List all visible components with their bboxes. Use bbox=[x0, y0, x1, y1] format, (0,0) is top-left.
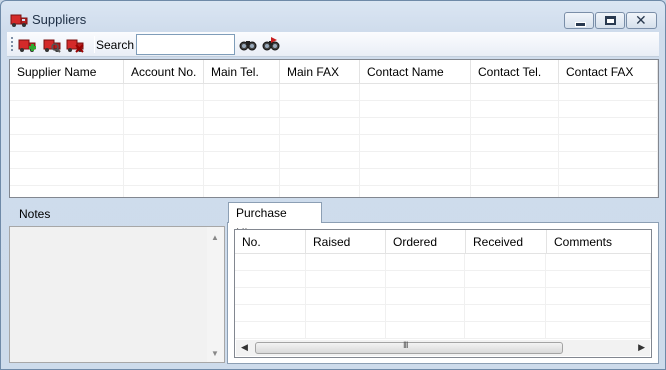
maximize-icon bbox=[605, 16, 616, 25]
suppliers-grid-body bbox=[10, 84, 658, 197]
find-next-icon[interactable] bbox=[262, 36, 280, 53]
scroll-up-icon[interactable]: ▲ bbox=[211, 233, 219, 242]
suppliers-grid-header: Supplier Name Account No. Main Tel. Main… bbox=[10, 60, 658, 84]
window-title: Suppliers bbox=[32, 12, 87, 27]
notes-label: Notes bbox=[19, 207, 51, 221]
delete-supplier-icon[interactable] bbox=[66, 36, 84, 53]
minimize-icon bbox=[575, 22, 586, 27]
column-header-main-fax[interactable]: Main FAX bbox=[280, 60, 360, 84]
scroll-down-icon[interactable]: ▼ bbox=[211, 349, 219, 358]
edit-supplier-icon[interactable] bbox=[43, 36, 61, 53]
column-header-contact-tel[interactable]: Contact Tel. bbox=[471, 60, 559, 84]
notes-textarea[interactable]: ▲ ▼ bbox=[9, 226, 225, 363]
table-row[interactable] bbox=[235, 305, 651, 322]
search-label: Search bbox=[96, 38, 135, 52]
table-row[interactable] bbox=[10, 135, 658, 152]
scroll-grip: III bbox=[403, 340, 408, 350]
truck-icon bbox=[10, 14, 28, 27]
column-header-supplier-name[interactable]: Supplier Name bbox=[10, 60, 124, 84]
scroll-left-icon[interactable]: ◀ bbox=[241, 342, 248, 353]
column-header-comments[interactable]: Comments bbox=[547, 230, 651, 254]
column-header-main-tel[interactable]: Main Tel. bbox=[204, 60, 280, 84]
find-icon[interactable] bbox=[239, 36, 257, 53]
table-row[interactable] bbox=[10, 118, 658, 135]
table-row[interactable] bbox=[235, 288, 651, 305]
table-row[interactable] bbox=[10, 186, 658, 197]
table-row[interactable] bbox=[10, 152, 658, 169]
purchase-history-grid-header: No. Raised Ordered Received Comments bbox=[235, 230, 651, 254]
suppliers-window: Suppliers ✕ Search Supplier Name Account… bbox=[0, 0, 666, 370]
scroll-right-icon[interactable]: ▶ bbox=[638, 342, 645, 353]
title-bar[interactable]: Suppliers ✕ bbox=[1, 1, 665, 31]
scroll-thumb[interactable]: III bbox=[255, 340, 563, 354]
table-row[interactable] bbox=[235, 254, 651, 271]
table-row[interactable] bbox=[10, 169, 658, 186]
column-header-contact-name[interactable]: Contact Name bbox=[360, 60, 471, 84]
tab-purchase-history[interactable]: Purchase History bbox=[228, 202, 322, 240]
purchase-history-hscrollbar[interactable]: ◀ III ▶ bbox=[236, 340, 650, 356]
column-header-ordered[interactable]: Ordered bbox=[386, 230, 466, 254]
add-supplier-icon[interactable] bbox=[18, 36, 36, 53]
toolbar-separator bbox=[94, 36, 95, 53]
column-header-received[interactable]: Received bbox=[466, 230, 547, 254]
column-header-no[interactable]: No. bbox=[235, 230, 306, 254]
toolbar-grip[interactable] bbox=[11, 37, 13, 53]
column-header-raised[interactable]: Raised bbox=[306, 230, 386, 254]
purchase-history-grid[interactable]: No. Raised Ordered Received Comments ◀ I… bbox=[234, 229, 652, 358]
column-header-account-no[interactable]: Account No. bbox=[124, 60, 204, 84]
notes-scrollbar[interactable]: ▲ ▼ bbox=[207, 227, 224, 362]
maximize-button[interactable] bbox=[595, 12, 625, 29]
column-header-contact-fax[interactable]: Contact FAX bbox=[559, 60, 658, 84]
table-row[interactable] bbox=[235, 322, 651, 339]
purchase-history-grid-body bbox=[235, 254, 651, 340]
suppliers-grid[interactable]: Supplier Name Account No. Main Tel. Main… bbox=[9, 59, 659, 198]
close-button[interactable]: ✕ bbox=[626, 12, 657, 29]
minimize-button[interactable] bbox=[564, 12, 594, 29]
search-input[interactable] bbox=[136, 34, 235, 55]
close-icon: ✕ bbox=[635, 12, 647, 28]
table-row[interactable] bbox=[10, 84, 658, 101]
table-row[interactable] bbox=[10, 101, 658, 118]
toolbar: Search bbox=[7, 32, 659, 57]
table-row[interactable] bbox=[235, 271, 651, 288]
